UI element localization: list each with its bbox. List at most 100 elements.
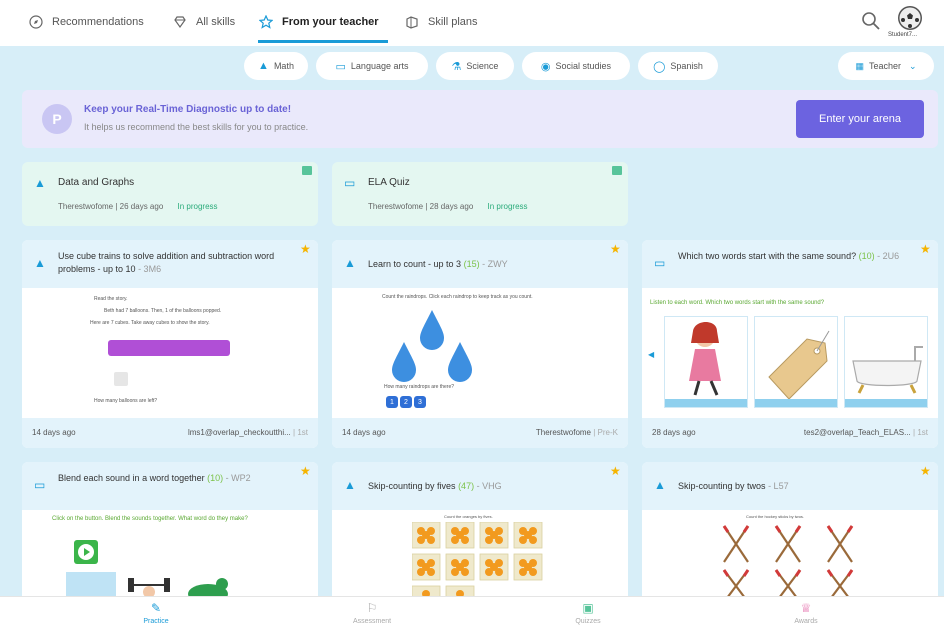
quiz-icon: ▣ xyxy=(582,601,594,615)
pin-icon: ◉ xyxy=(540,60,551,73)
skill-preview: Count the raindrops. Click each raindrop… xyxy=(332,288,628,418)
nav-awards[interactable]: ♕ Awards xyxy=(756,601,856,625)
skill-age: 14 days ago xyxy=(342,428,386,437)
math-icon: ▲ xyxy=(34,176,46,190)
subject-science[interactable]: ⚗ Science xyxy=(436,52,514,80)
subject-spanish[interactable]: ◯ Spanish xyxy=(638,52,718,80)
diagnostic-icon: P xyxy=(42,104,72,134)
math-icon: ▲ xyxy=(344,478,356,492)
book-icon: ▭ xyxy=(654,256,666,270)
skill-age: 14 days ago xyxy=(32,428,76,437)
tab-from-your-teacher[interactable]: From your teacher xyxy=(258,14,379,30)
teacher-filter-dropdown[interactable]: ▦ Teacher ⌄ xyxy=(838,52,934,80)
nav-practice[interactable]: ✎ Practice xyxy=(106,601,206,625)
play-icon xyxy=(78,544,94,560)
book-icon: ▭ xyxy=(34,478,46,492)
assignment-title: Data and Graphs xyxy=(58,177,135,188)
search-button[interactable] xyxy=(860,10,882,32)
subject-filter-bar: ▲ Math ▭ Language arts ⚗ Science ◉ Socia… xyxy=(0,52,944,82)
bottom-navigation: ✎ Practice ⚐ Assessment ▣ Quizzes ♕ Awar… xyxy=(0,596,944,632)
math-icon: ▲ xyxy=(34,256,46,270)
subject-social-studies[interactable]: ◉ Social studies xyxy=(522,52,630,80)
star-icon: ★ xyxy=(300,464,311,478)
skill-card[interactable]: ▲ Skip-counting by fives (47) - VHG ★ Co… xyxy=(332,462,628,602)
enter-arena-button[interactable]: Enter your arena xyxy=(796,100,924,138)
skill-author: tes2@overlap_Teach_ELAS... | 1st xyxy=(803,428,928,437)
skill-footer: 14 days ago lms1@overlap_checkoutthi... … xyxy=(22,418,318,448)
quiz-flag-icon xyxy=(612,166,622,175)
choice-bar xyxy=(665,399,747,407)
play-button[interactable] xyxy=(74,540,98,564)
skill-title: Which two words start with the same soun… xyxy=(678,251,900,261)
skill-card[interactable]: ▭ Blend each sound in a word together (1… xyxy=(22,462,318,602)
skill-preview: Count the oranges by fives. xyxy=(332,510,628,602)
flag-icon: ⚐ xyxy=(366,601,378,615)
skill-card[interactable]: ▭ Which two words start with the same so… xyxy=(642,240,938,448)
star-icon: ★ xyxy=(610,242,621,256)
star-icon xyxy=(258,14,274,30)
answer-choice[interactable] xyxy=(754,316,838,408)
book-icon: ▭ xyxy=(344,176,356,190)
cube-train xyxy=(108,340,230,356)
answer-choice[interactable]: 3 xyxy=(414,396,426,408)
tab-skill-plans[interactable]: Skill plans xyxy=(404,14,478,30)
skill-card[interactable]: ▲ Skip-counting by twos - L57 ★ Count th… xyxy=(642,462,938,602)
flask-icon: ⚗ xyxy=(451,60,462,73)
skill-title: Use cube trains to solve addition and su… xyxy=(58,251,275,274)
subject-language-arts[interactable]: ▭ Language arts xyxy=(316,52,428,80)
assignment-card[interactable]: ▲ Data and Graphs Therestwofome | 26 day… xyxy=(22,162,318,226)
skill-preview: Count the hockey sticks by twos. xyxy=(642,510,938,602)
nav-label: Awards xyxy=(794,618,818,625)
chevron-down-icon: ⌄ xyxy=(909,60,917,71)
banner-subtitle: It helps us recommend the best skills fo… xyxy=(84,122,309,132)
answer-choice[interactable]: 2 xyxy=(400,396,412,408)
answer-choice[interactable] xyxy=(844,316,928,408)
answer-box xyxy=(114,372,128,386)
assignment-card[interactable]: ▭ ELA Quiz Therestwofome | 28 days ago I… xyxy=(332,162,628,226)
assignment-status: In progress xyxy=(487,202,528,211)
doll-image xyxy=(689,322,721,396)
assignment-age: 28 days ago xyxy=(429,202,474,211)
bathtub-image xyxy=(852,346,923,394)
oranges-grid-image xyxy=(412,522,543,602)
pill-label: Social studies xyxy=(555,61,612,71)
skill-card[interactable]: ▲ Use cube trains to solve addition and … xyxy=(22,240,318,448)
compass-icon xyxy=(28,14,44,30)
skill-author: lms1@overlap_checkoutthi... | 1st xyxy=(187,428,308,437)
answer-choice[interactable] xyxy=(664,316,748,408)
tab-label: Recommendations xyxy=(52,16,144,28)
soccer-ball-icon xyxy=(898,6,922,30)
nav-label: Practice xyxy=(143,618,169,625)
subject-math[interactable]: ▲ Math xyxy=(244,52,308,80)
user-name: Student7... xyxy=(888,32,918,38)
answer-choice[interactable]: 1 xyxy=(386,396,398,408)
tab-all-skills[interactable]: All skills xyxy=(172,14,235,30)
speech-bubble-icon: ◯ xyxy=(653,60,666,73)
pill-label: Language arts xyxy=(350,61,409,71)
star-icon: ★ xyxy=(920,242,931,256)
assignment-meta: Therestwofome | 28 days ago In progress xyxy=(368,202,528,211)
skill-card[interactable]: ▲ Learn to count - up to 3 (15) - ZWY ★ … xyxy=(332,240,628,448)
nav-quizzes[interactable]: ▣ Quizzes xyxy=(538,601,638,625)
raindrops-image xyxy=(392,310,472,382)
skill-age: 28 days ago xyxy=(652,428,696,437)
tab-label: Skill plans xyxy=(428,16,478,28)
banner-title: Keep your Real-Time Diagnostic up to dat… xyxy=(84,104,292,115)
avatar[interactable] xyxy=(898,6,922,30)
assignment-author: Therestwofome xyxy=(58,202,114,211)
nav-assessment[interactable]: ⚐ Assessment xyxy=(322,601,422,625)
tab-recommendations[interactable]: Recommendations xyxy=(28,14,144,30)
teacher-icon: ▦ xyxy=(855,60,864,71)
skill-title: Learn to count - up to 3 (15) - ZWY xyxy=(368,259,508,269)
tab-label: From your teacher xyxy=(282,16,379,28)
diamond-icon xyxy=(172,14,188,30)
nav-label: Assessment xyxy=(352,618,392,625)
tag-image xyxy=(768,330,830,400)
nav-label: Quizzes xyxy=(575,618,601,625)
choice-bar xyxy=(755,399,837,407)
skill-preview: Listen to each word. Which two words sta… xyxy=(642,288,938,418)
speaker-icon[interactable]: ◀ xyxy=(648,350,654,359)
skill-title: Skip-counting by twos - L57 xyxy=(678,481,789,491)
assignment-author: Therestwofome xyxy=(368,202,424,211)
tab-label: All skills xyxy=(196,16,236,28)
